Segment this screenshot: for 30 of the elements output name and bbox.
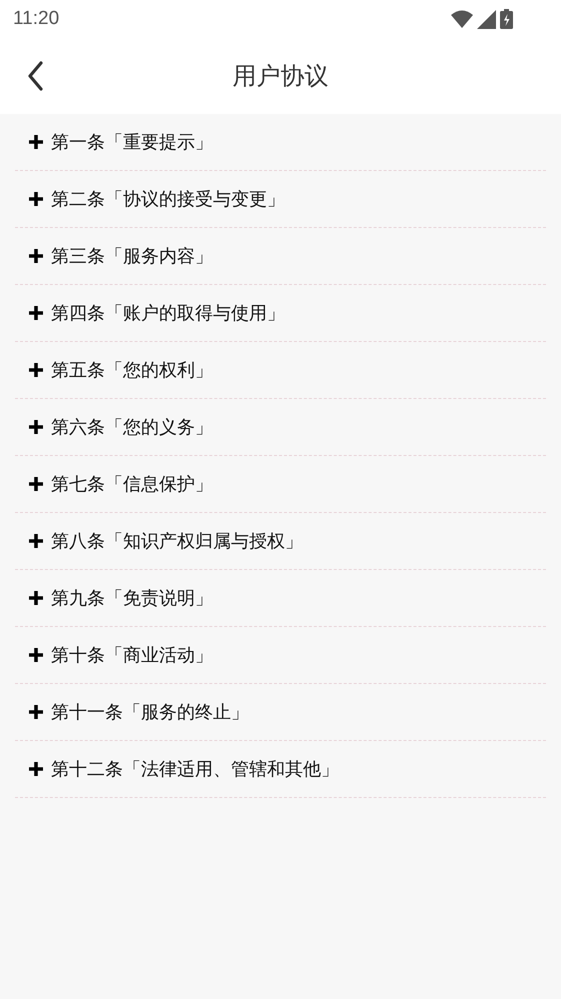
- section-row[interactable]: 第五条「您的权利」: [15, 342, 546, 399]
- section-row[interactable]: 第十一条「服务的终止」: [15, 684, 546, 741]
- section-title: 第七条「信息保护」: [51, 473, 213, 496]
- section-title: 第九条「免责说明」: [51, 587, 213, 610]
- section-row[interactable]: 第九条「免责说明」: [15, 570, 546, 627]
- signal-icon: [477, 10, 496, 28]
- wifi-icon: [451, 10, 473, 28]
- section-row[interactable]: 第十二条「法律适用、管辖和其他」: [15, 741, 546, 798]
- section-title: 第六条「您的义务」: [51, 416, 213, 439]
- section-title: 第十二条「法律适用、管辖和其他」: [51, 758, 339, 781]
- section-title: 第二条「协议的接受与变更」: [51, 188, 285, 211]
- section-title: 第十条「商业活动」: [51, 644, 213, 667]
- section-row[interactable]: 第十条「商业活动」: [15, 627, 546, 684]
- section-row[interactable]: 第一条「重要提示」: [15, 114, 546, 171]
- battery-icon: [500, 9, 513, 29]
- section-row[interactable]: 第六条「您的义务」: [15, 399, 546, 456]
- section-title: 第五条「您的权利」: [51, 359, 213, 382]
- section-row[interactable]: 第二条「协议的接受与变更」: [15, 171, 546, 228]
- status-time: 11:20: [13, 8, 60, 30]
- back-icon[interactable]: [27, 61, 43, 91]
- section-row[interactable]: 第七条「信息保护」: [15, 456, 546, 513]
- section-title: 第八条「知识产权归属与授权」: [51, 530, 303, 553]
- section-row[interactable]: 第四条「账户的取得与使用」: [15, 285, 546, 342]
- section-title: 第三条「服务内容」: [51, 245, 213, 268]
- page-title: 用户协议: [232, 61, 328, 92]
- section-row[interactable]: 第三条「服务内容」: [15, 228, 546, 285]
- section-title: 第十一条「服务的终止」: [51, 701, 249, 724]
- section-title: 第一条「重要提示」: [51, 131, 213, 154]
- section-title: 第四条「账户的取得与使用」: [51, 302, 285, 325]
- section-row[interactable]: 第八条「知识产权归属与授权」: [15, 513, 546, 570]
